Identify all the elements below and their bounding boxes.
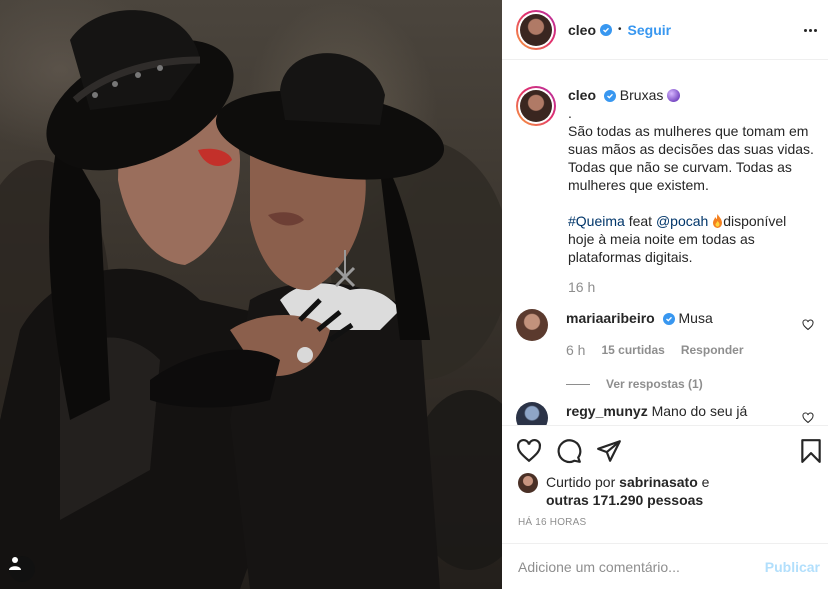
crystal-ball-icon <box>667 89 681 102</box>
comment-item: mariaaribeiro Musa 6 h 15 curtidas Respo… <box>516 309 816 393</box>
hashtag-link[interactable]: #Queima <box>568 213 625 229</box>
mention-link[interactable]: @pocah <box>656 213 708 229</box>
view-replies[interactable]: Ver respostas (1) <box>566 375 744 393</box>
post-caption: cleo Bruxas . São todas as mulheres que … <box>516 86 816 296</box>
post-timestamp[interactable]: HÁ 16 HORAS <box>518 517 586 528</box>
share-icon[interactable] <box>596 438 622 464</box>
post-header: cleo • Seguir <box>502 0 828 60</box>
likes-count[interactable]: outras 171.290 pessoas <box>546 492 703 508</box>
publish-button[interactable]: Publicar <box>765 559 820 575</box>
liked-prefix: Curtido por <box>546 474 616 490</box>
reply-button[interactable]: Responder <box>681 341 744 359</box>
verified-icon <box>603 90 616 103</box>
more-icon[interactable] <box>800 21 820 39</box>
comment-text: Mano do seu já <box>651 403 748 419</box>
bookmark-icon[interactable] <box>798 438 824 464</box>
post-actions: Curtido por sabrinasato e outras 171.290… <box>502 425 828 543</box>
caption-feat: feat <box>628 213 653 229</box>
caption-title: Bruxas <box>619 87 664 103</box>
comments-list[interactable]: cleo Bruxas . São todas as mulheres que … <box>502 61 828 425</box>
comment-heart-icon[interactable] <box>802 412 814 424</box>
follow-button[interactable]: Seguir <box>628 22 672 38</box>
caption-time: 16 h <box>568 279 596 295</box>
caption-dot: . <box>568 105 572 121</box>
caption-paragraph: São todas as mulheres que tomam em suas … <box>568 123 814 193</box>
post-side-panel: cleo • Seguir cleo Bruxas . São todas as… <box>502 0 828 589</box>
photo-illustration <box>0 10 502 589</box>
tag-user-icon[interactable] <box>9 556 35 582</box>
commenter-username[interactable]: regy_munyz <box>566 403 648 419</box>
post-photo[interactable] <box>0 0 502 589</box>
caption-username[interactable]: cleo <box>568 87 596 103</box>
comment-input[interactable]: Adicione um comentário... <box>518 559 765 575</box>
liker-avatar[interactable] <box>518 473 538 493</box>
comment-text: Musa <box>678 310 713 326</box>
header-separator: • <box>618 24 622 35</box>
caption-avatar[interactable] <box>516 86 556 126</box>
add-comment-bar: Adicione um comentário... Publicar <box>502 543 828 589</box>
liked-and: e <box>701 474 710 490</box>
commenter-username[interactable]: mariaaribeiro <box>566 310 655 326</box>
comment-item: regy_munyz Mano do seu já <box>516 402 816 425</box>
liked-by: Curtido por sabrinasato e outras 171.290… <box>518 473 709 509</box>
author-avatar[interactable] <box>516 9 556 50</box>
author-username[interactable]: cleo <box>568 22 596 38</box>
comment-time: 6 h <box>566 342 586 358</box>
verified-icon <box>600 23 613 36</box>
liker-username[interactable]: sabrinasato <box>619 474 698 490</box>
comment-icon[interactable] <box>556 438 582 464</box>
fire-icon <box>713 214 723 228</box>
heart-icon[interactable] <box>516 438 542 464</box>
verified-icon <box>662 313 675 326</box>
commenter-avatar[interactable] <box>516 309 548 341</box>
comment-heart-icon[interactable] <box>802 319 814 331</box>
comment-likes[interactable]: 15 curtidas <box>601 341 664 359</box>
commenter-avatar[interactable] <box>516 402 548 425</box>
